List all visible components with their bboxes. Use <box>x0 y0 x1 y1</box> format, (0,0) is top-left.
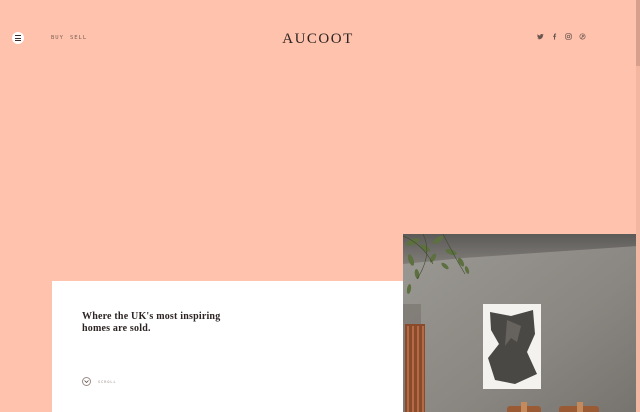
page: BUY SELL AUCOOT Where the UK's most insp… <box>0 0 640 412</box>
scroll-label: SCROLL <box>98 379 117 384</box>
page-scrollbar[interactable] <box>636 0 640 412</box>
chevron-down-icon <box>82 377 91 386</box>
scroll-button[interactable]: SCROLL <box>82 377 117 386</box>
nav-sell-link[interactable]: SELL <box>70 35 87 41</box>
pinterest-icon[interactable] <box>579 33 586 40</box>
hamburger-menu-icon[interactable] <box>12 32 24 44</box>
logo: AUCOOT <box>282 31 354 47</box>
logo-link[interactable]: AUCOOT <box>240 0 396 60</box>
hero-headline: Where the UK's most inspiring homes are … <box>82 311 221 334</box>
scrollbar-thumb[interactable] <box>636 0 640 66</box>
hero-photo <box>403 234 637 412</box>
instagram-icon[interactable] <box>565 33 572 40</box>
hero-card: Where the UK's most inspiring homes are … <box>52 281 404 412</box>
main-nav: BUY SELL <box>51 35 87 41</box>
social-links <box>537 33 586 40</box>
twitter-icon[interactable] <box>537 33 544 40</box>
facebook-icon[interactable] <box>551 33 558 40</box>
nav-buy-link[interactable]: BUY <box>51 35 64 41</box>
